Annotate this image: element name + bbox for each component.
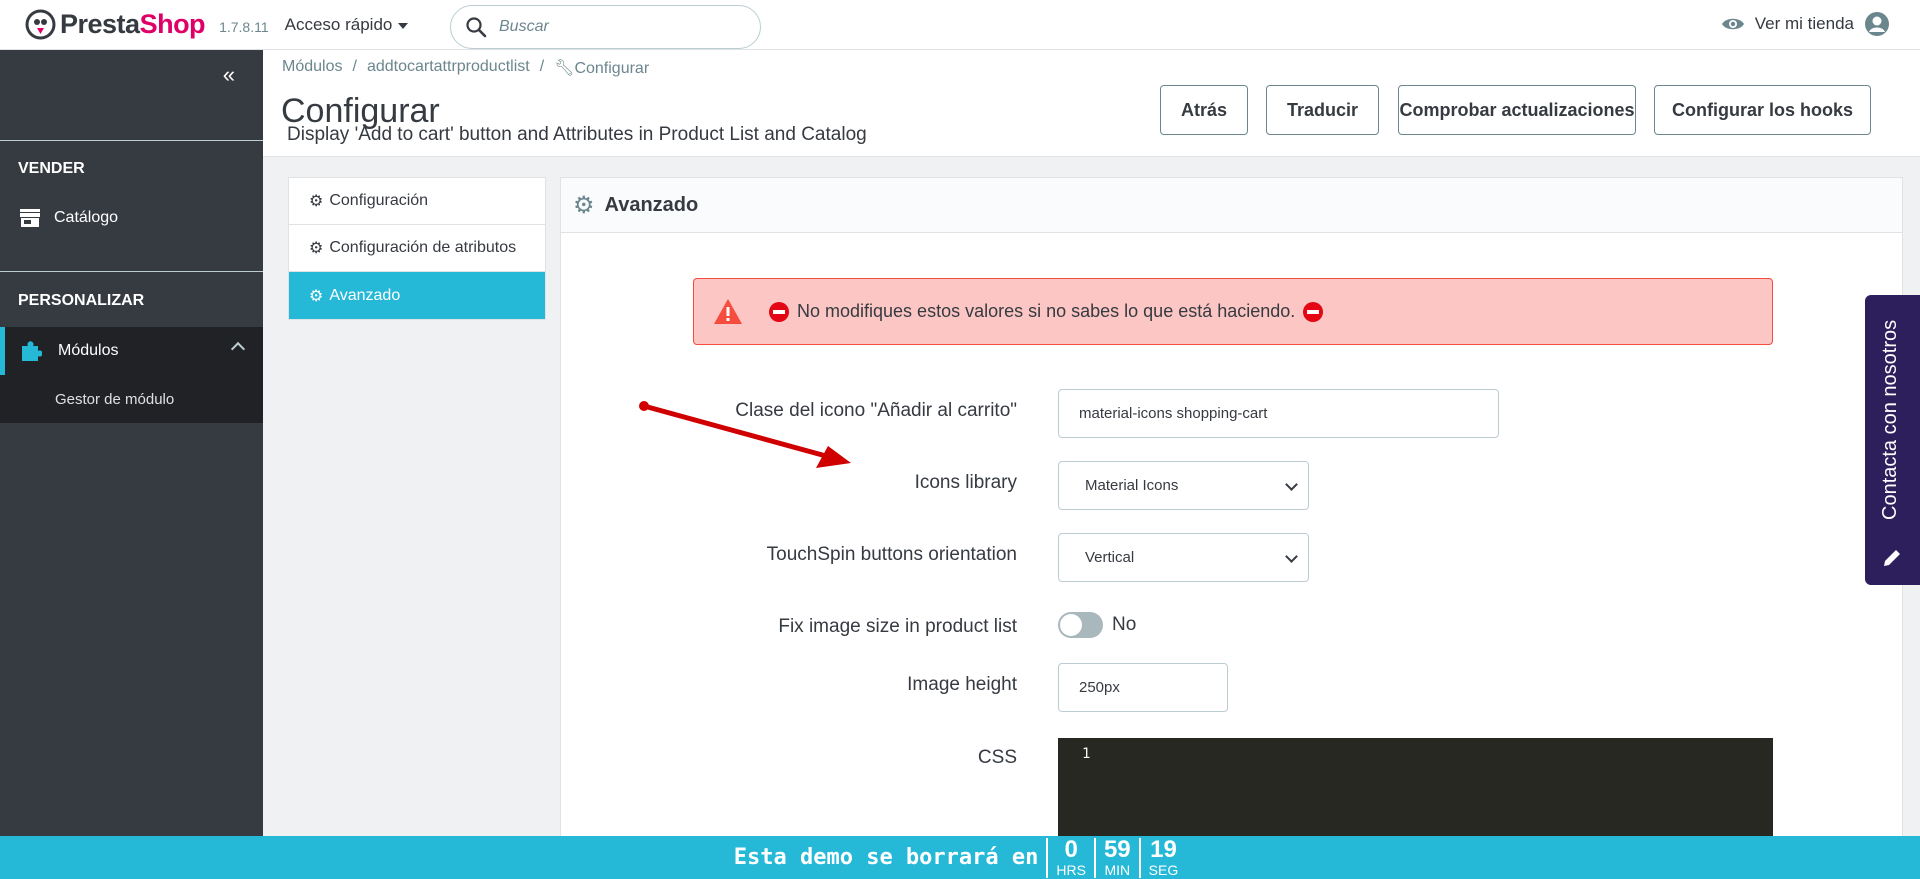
fix-image-toggle[interactable] [1058,612,1103,638]
logo-text-presta: Presta [60,9,140,39]
touchspin-value: Vertical [1085,549,1135,566]
puzzle-icon [22,341,42,361]
sidebar-divider [0,271,263,272]
image-height-value: 250px [1079,679,1120,696]
demo-countdown-bar: Esta demo se borrará en 0 HRS 59 MIN 19 … [0,836,1920,879]
translate-button[interactable]: Traducir [1266,85,1379,135]
search-box[interactable] [450,5,761,49]
countdown-minutes-label: MIN [1104,861,1131,878]
breadcrumb-modulos[interactable]: Módulos [282,58,342,78]
sidebar-item-label: Catálogo [54,209,119,226]
page-subtitle: Display 'Add to cart' button and Attribu… [287,124,867,145]
demo-text: Esta demo se borrará en [733,845,1039,870]
quick-access-dropdown[interactable]: Acceso rápido [285,15,409,35]
icon-class-value: material-icons shopping-cart [1079,405,1268,422]
breadcrumb: Módulos / addtocartattrproductlist / 🔧︎C… [282,58,649,78]
breadcrumb-separator: / [539,58,545,75]
search-input[interactable] [499,18,729,36]
countdown-hours-value: 0 [1064,835,1078,863]
image-height-label: Image height [907,674,1017,695]
no-entry-icon [769,301,789,322]
cogs-icon: ⚙︎ [573,191,595,219]
advanced-panel: ⚙︎ Avanzado No modifiques estos valores … [560,177,1903,878]
logo-text-shop: Shop [139,9,206,39]
panel-title: Avanzado [604,193,699,216]
warning-triangle-icon [714,299,742,324]
tab-label: Configuración de atributos [329,239,517,256]
alert-text: No modifiques estos valores si no sabes … [797,301,1296,321]
quick-access-label: Acceso rápido [284,14,393,34]
panel-header: ⚙︎ Avanzado [561,178,1902,233]
no-entry-icon [1303,301,1324,322]
view-store-label: Ver mi tienda [1754,14,1854,33]
breadcrumb-current-label: Configurar [574,60,650,77]
cogs-icon: ⚙︎ [309,287,324,305]
store-icon [20,209,40,227]
icons-library-select[interactable]: Material Icons [1058,461,1309,510]
sidebar-section-vender: VENDER [18,160,85,177]
breadcrumb-current: 🔧︎Configurar [554,58,649,78]
wrench-icon: 🔧︎ [554,60,575,77]
sidebar-item-label: Módulos [58,342,119,359]
sidebar: « VENDER Catálogo PERSONALIZAR Módulos G… [0,50,263,836]
warning-alert: No modifiques estos valores si no sabes … [693,278,1773,345]
tab-avanzado[interactable]: ⚙︎ Avanzado [289,272,545,319]
pencil-icon [1884,550,1900,566]
icons-library-label: Icons library [914,472,1017,493]
toggle-knob [1060,614,1082,636]
icons-library-value: Material Icons [1085,477,1179,494]
contact-us-label: Contacta con nosotros [1879,319,1901,521]
puffin-logo-icon [25,9,56,40]
icon-class-label: Clase del icono "Añadir al carrito" [735,400,1017,421]
check-updates-button[interactable]: Comprobar actualizaciones [1398,85,1636,135]
prestashop-logo[interactable]: PrestaShop [25,9,206,40]
touchspin-label: TouchSpin buttons orientation [766,544,1017,565]
chevron-up-icon[interactable] [230,341,246,357]
top-header: PrestaShop 1.7.8.11 Acceso rápido Ver mi… [0,0,1920,50]
sidebar-subitem-gestor[interactable]: Gestor de módulo [0,375,263,423]
view-store-link[interactable]: Ver mi tienda [1721,11,1890,37]
config-tabs: ⚙︎ Configuración ⚙︎ Configuración de atrib… [288,177,546,320]
image-height-input[interactable]: 250px [1058,663,1228,712]
line-number: 1 [1082,746,1091,762]
user-avatar-icon[interactable] [1864,11,1890,37]
cogs-icon: ⚙︎ [309,193,324,210]
caret-down-icon [398,22,409,29]
breadcrumb-separator: / [352,58,357,75]
countdown-hours: 0 HRS [1046,835,1094,878]
tab-configuracion-atributos[interactable]: ⚙︎ Configuración de atributos [289,225,545,272]
touchspin-select[interactable]: Vertical [1058,533,1309,582]
sidebar-section-personalizar: PERSONALIZAR [18,292,145,309]
chevron-down-icon [1285,478,1298,491]
countdown-seconds-label: SEG [1148,861,1179,878]
sidebar-divider [0,140,263,141]
countdown-minutes: 59 MIN [1093,835,1139,878]
cogs-icon: ⚙︎ [309,240,324,257]
fix-image-label: Fix image size in product list [778,616,1017,637]
countdown-minutes-value: 59 [1103,835,1131,863]
chevron-down-icon [1285,550,1298,563]
sidebar-item-catalogo[interactable]: Catálogo [0,200,263,236]
countdown-hours-label: HRS [1056,861,1086,878]
back-button[interactable]: Atrás [1160,85,1248,135]
breadcrumb-module[interactable]: addtocartattrproductlist [367,58,530,78]
tab-configuracion[interactable]: ⚙︎ Configuración [289,178,545,225]
icon-class-input[interactable]: material-icons shopping-cart [1058,389,1499,438]
configure-hooks-button[interactable]: Configurar los hooks [1654,85,1871,135]
main-content: Módulos / addtocartattrproductlist / 🔧︎C… [263,50,1920,878]
sidebar-item-modulos[interactable]: Módulos [0,327,263,375]
tab-label: Avanzado [329,286,401,304]
countdown-seconds: 19 SEG [1138,835,1187,878]
fix-image-value: No [1112,614,1137,635]
css-label: CSS [977,747,1017,768]
page-header: Módulos / addtocartattrproductlist / 🔧︎C… [263,50,1920,157]
tab-label: Configuración [329,192,429,209]
sidebar-subitem-label: Gestor de módulo [55,390,175,408]
collapse-sidebar-icon[interactable]: « [223,62,235,88]
version-label: 1.7.8.11 [219,19,269,35]
search-icon [466,17,487,38]
countdown-seconds-value: 19 [1150,835,1177,863]
contact-us-tab[interactable]: Contacta con nosotros [1865,295,1920,585]
eye-icon [1721,18,1744,30]
